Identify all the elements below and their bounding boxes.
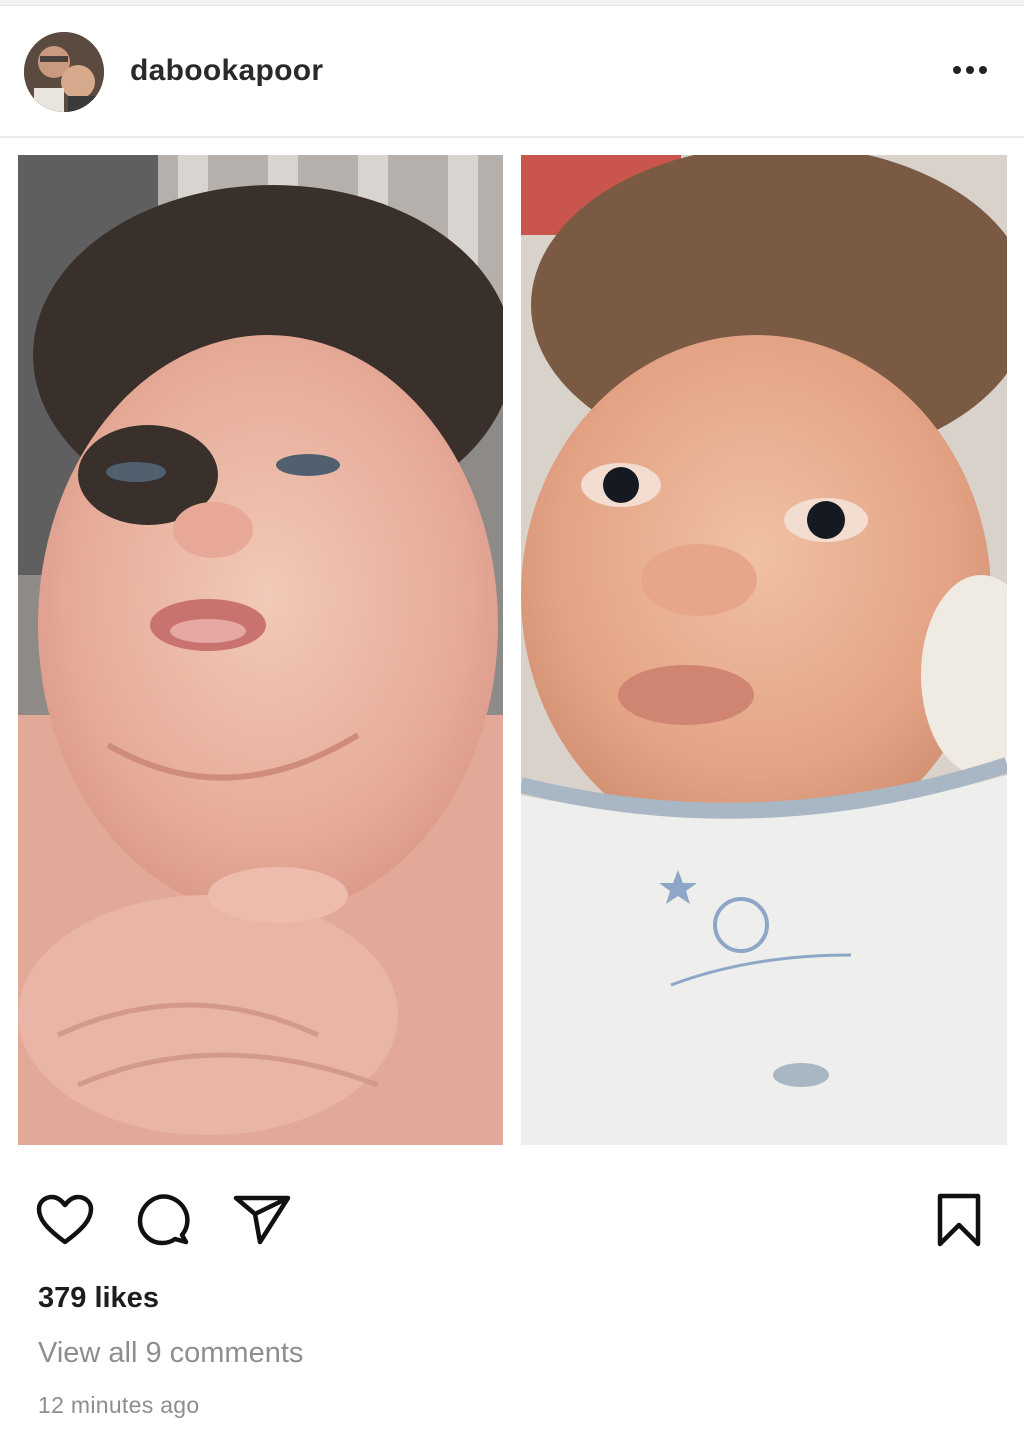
bookmark-icon[interactable]: [929, 1190, 989, 1250]
username[interactable]: dabookapoor: [130, 54, 323, 88]
heart-icon[interactable]: [35, 1190, 95, 1250]
more-options-icon[interactable]: [940, 50, 1000, 90]
post-image-left[interactable]: [18, 155, 503, 1145]
post-image-right[interactable]: [521, 155, 1007, 1145]
post-timestamp: 12 minutes ago: [38, 1392, 200, 1418]
avatar[interactable]: [24, 32, 104, 112]
post-header: dabookapoor: [0, 6, 1024, 138]
post-actions: [0, 1190, 1024, 1250]
view-comments-link[interactable]: View all 9 comments: [38, 1337, 303, 1370]
paper-plane-icon[interactable]: [232, 1190, 292, 1250]
likes-count[interactable]: 379 likes: [38, 1282, 159, 1315]
comment-bubble-icon[interactable]: [133, 1190, 193, 1250]
